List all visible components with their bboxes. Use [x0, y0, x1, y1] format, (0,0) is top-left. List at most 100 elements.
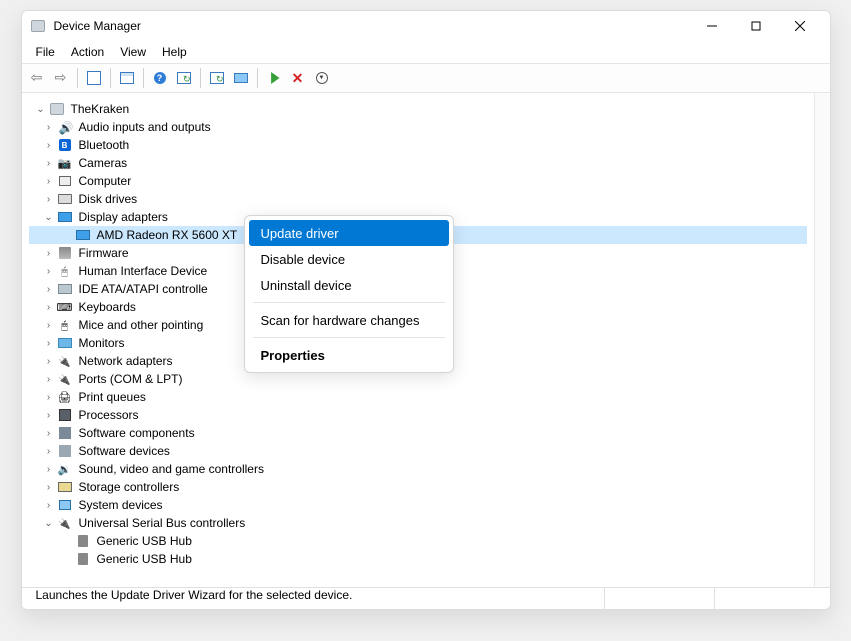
help-button[interactable] — [149, 67, 171, 89]
expand-toggle-icon[interactable]: › — [41, 425, 57, 441]
maximize-button[interactable] — [734, 12, 778, 40]
expand-toggle-icon[interactable]: › — [41, 371, 57, 387]
tree-device-label: Generic USB Hub — [95, 552, 194, 566]
expand-toggle-icon[interactable]: › — [41, 245, 57, 261]
expand-toggle-icon[interactable]: › — [41, 191, 57, 207]
dev-kb-icon — [57, 299, 73, 315]
expand-toggle-icon[interactable]: › — [41, 407, 57, 423]
cm-update-driver[interactable]: Update driver — [249, 220, 449, 246]
dev-disk-icon — [57, 191, 73, 207]
tree-category-label: Processors — [77, 408, 141, 422]
context-menu-separator — [253, 302, 445, 303]
dev-sys-icon — [57, 497, 73, 513]
uninstall-device-button[interactable]: ✕ — [287, 67, 309, 89]
tree-category-label: Human Interface Device — [77, 264, 210, 278]
tree-category[interactable]: › Software components — [29, 424, 807, 442]
forward-button[interactable] — [50, 67, 72, 89]
expand-toggle-icon[interactable]: › — [41, 389, 57, 405]
tree-root-label: TheKraken — [69, 102, 132, 116]
close-button[interactable] — [778, 12, 822, 40]
menu-view[interactable]: View — [112, 43, 154, 61]
tree-category-label: Display adapters — [77, 210, 170, 224]
tree-category[interactable]: › Storage controllers — [29, 478, 807, 496]
tree-category-label: Ports (COM & LPT) — [77, 372, 185, 386]
expand-toggle-icon[interactable]: › — [41, 263, 57, 279]
expand-toggle-icon[interactable]: › — [41, 299, 57, 315]
tree-category[interactable]: › System devices — [29, 496, 807, 514]
toolbar-separator — [257, 68, 258, 88]
expand-toggle-icon[interactable]: ⌄ — [41, 515, 57, 531]
expand-toggle-icon[interactable]: › — [41, 317, 57, 333]
expand-toggle-icon[interactable]: › — [41, 497, 57, 513]
tree-category[interactable]: › Audio inputs and outputs — [29, 118, 807, 136]
expand-toggle-icon[interactable]: › — [41, 353, 57, 369]
status-cell-2 — [604, 588, 714, 609]
arrow-left-icon — [31, 69, 43, 87]
scan-button[interactable] — [173, 67, 195, 89]
tree-device-label: AMD Radeon RX 5600 XT — [95, 228, 240, 242]
status-text: Launches the Update Driver Wizard for th… — [28, 588, 604, 609]
dev-fw-icon — [57, 245, 73, 261]
dev-pc-icon — [57, 173, 73, 189]
tree-category[interactable]: › Processors — [29, 406, 807, 424]
tree-category[interactable]: ⌄ Universal Serial Bus controllers — [29, 514, 807, 532]
expand-toggle-icon[interactable]: › — [41, 173, 57, 189]
update-driver-button[interactable] — [206, 67, 228, 89]
menu-help[interactable]: Help — [154, 43, 195, 61]
context-menu: Update driver Disable device Uninstall d… — [244, 215, 454, 373]
chevron-down-icon — [316, 72, 328, 84]
tree-category[interactable]: › Cameras — [29, 154, 807, 172]
menu-action[interactable]: Action — [63, 43, 112, 61]
tree-category[interactable]: › Bluetooth — [29, 136, 807, 154]
tree-category[interactable]: › Sound, video and game controllers — [29, 460, 807, 478]
expand-toggle-icon[interactable]: ⌄ — [33, 101, 49, 117]
tree-device-label: Generic USB Hub — [95, 534, 194, 548]
menu-file[interactable]: File — [28, 43, 63, 61]
enable-device-button[interactable] — [263, 67, 285, 89]
expand-toggle-icon[interactable]: › — [41, 281, 57, 297]
expand-toggle-icon[interactable]: › — [41, 479, 57, 495]
options-button[interactable] — [311, 67, 333, 89]
window-title: Device Manager — [54, 19, 690, 33]
dev-swc-icon — [57, 425, 73, 441]
minimize-button[interactable] — [690, 12, 734, 40]
show-tree-button[interactable] — [83, 67, 105, 89]
cm-uninstall-device[interactable]: Uninstall device — [245, 272, 453, 298]
expand-toggle-icon[interactable]: › — [41, 137, 57, 153]
cm-disable-device[interactable]: Disable device — [245, 246, 453, 272]
tree-category[interactable]: › Computer — [29, 172, 807, 190]
toolbar: ✕ — [22, 63, 830, 93]
tree-category-label: Software devices — [77, 444, 172, 458]
dev-usb-icon — [57, 515, 73, 531]
vertical-scrollbar[interactable] — [814, 93, 830, 587]
properties-icon — [120, 72, 134, 84]
expand-toggle-icon[interactable]: › — [41, 155, 57, 171]
dev-ata-icon — [57, 281, 73, 297]
show-hidden-button[interactable] — [230, 67, 252, 89]
toolbar-separator — [143, 68, 144, 88]
expand-toggle-icon[interactable]: › — [41, 461, 57, 477]
cm-properties[interactable]: Properties — [245, 342, 453, 368]
expand-toggle-icon[interactable]: › — [41, 335, 57, 351]
x-icon: ✕ — [292, 70, 304, 87]
tree-category-label: Monitors — [77, 336, 127, 350]
tree-root[interactable]: ⌄ TheKraken — [29, 100, 807, 118]
dev-hid-icon — [57, 263, 73, 279]
properties-button[interactable] — [116, 67, 138, 89]
tree-device[interactable]: Generic USB Hub — [29, 532, 807, 550]
back-button[interactable] — [26, 67, 48, 89]
update-icon — [210, 72, 224, 84]
tree-category-label: Network adapters — [77, 354, 175, 368]
expand-toggle-icon[interactable]: ⌄ — [41, 209, 57, 225]
toolbar-separator — [77, 68, 78, 88]
tree-category[interactable]: › Print queues — [29, 388, 807, 406]
expand-toggle-icon[interactable]: › — [41, 443, 57, 459]
tree-device[interactable]: Generic USB Hub — [29, 550, 807, 568]
expand-toggle-icon[interactable]: › — [41, 119, 57, 135]
dev-net-icon — [57, 353, 73, 369]
cm-scan-hardware[interactable]: Scan for hardware changes — [245, 307, 453, 333]
tree-category[interactable]: › Disk drives — [29, 190, 807, 208]
tree-category[interactable]: › Software devices — [29, 442, 807, 460]
titlebar: Device Manager — [22, 11, 830, 41]
app-icon — [30, 18, 46, 34]
